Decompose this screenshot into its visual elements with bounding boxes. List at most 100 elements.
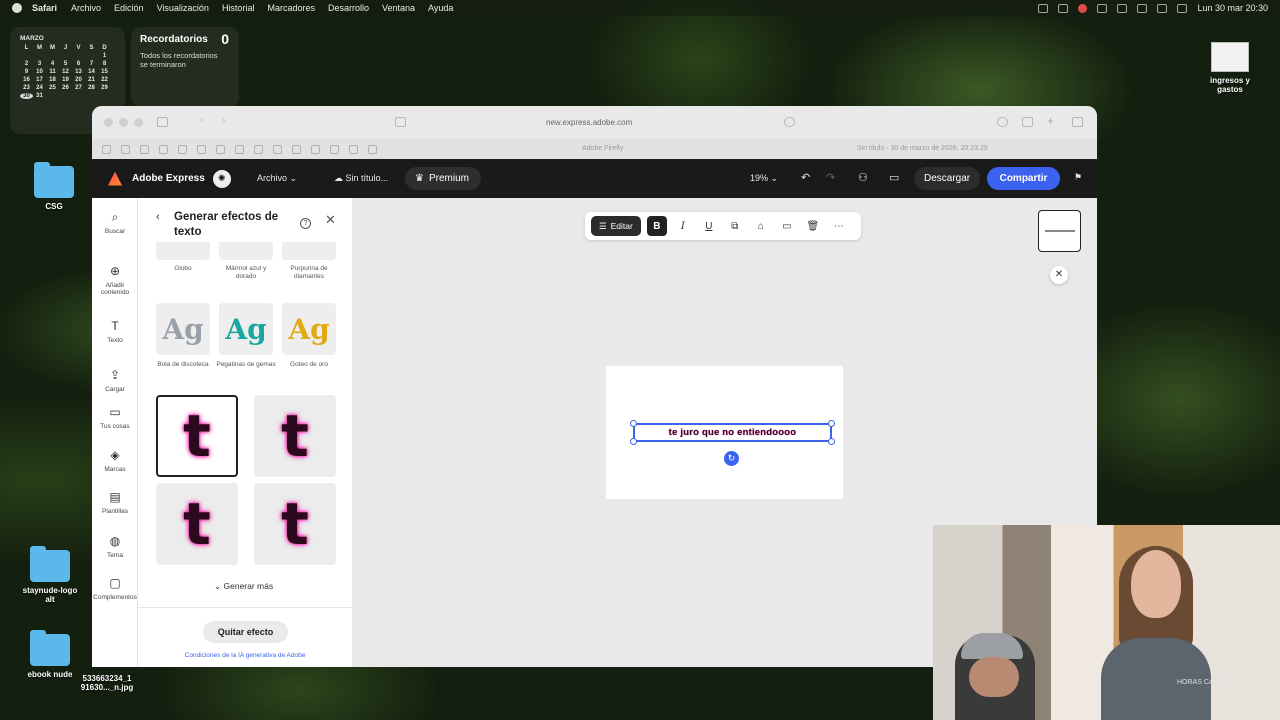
zoom-window-icon[interactable] — [134, 118, 143, 127]
calendar-day[interactable] — [20, 53, 33, 59]
bookmark-icon[interactable] — [216, 144, 225, 154]
sidebar-toggle-icon[interactable] — [157, 117, 168, 127]
bookmark-icon[interactable] — [159, 144, 168, 154]
calendar-day[interactable]: 29 — [98, 85, 111, 91]
calendar-day[interactable]: 10 — [33, 69, 46, 75]
desktop-file-ingresos[interactable]: ingresos y gastos — [1200, 42, 1260, 94]
calendar-day[interactable]: 23 — [20, 85, 33, 91]
result-tile[interactable]: t — [156, 395, 238, 477]
bluetooth-icon[interactable] — [1117, 3, 1128, 13]
bookmark-icon[interactable] — [368, 144, 377, 154]
desktop-folder-staynude[interactable]: staynude-logo alt — [18, 546, 82, 604]
calendar-day[interactable]: 22 — [98, 77, 111, 83]
style-tile-disco[interactable]: Ag — [156, 303, 210, 355]
remove-effect-button[interactable]: Quitar efecto — [203, 621, 288, 643]
document-title[interactable]: ☁ Sin título... — [334, 173, 388, 184]
rail-item-brand[interactable]: ◈ Marcas — [92, 448, 138, 473]
result-tile[interactable]: t — [156, 483, 238, 565]
premium-button[interactable]: ♛ Premium — [405, 167, 481, 190]
calendar-day[interactable]: 25 — [46, 85, 59, 91]
address-bar[interactable]: new.express.adobe.com — [546, 118, 632, 127]
menu-item-desarrollo[interactable]: Desarrollo — [328, 3, 369, 13]
app-brand[interactable]: Adobe Express — [132, 173, 205, 184]
undo-icon[interactable]: ↶ — [801, 171, 810, 184]
close-window-icon[interactable] — [104, 118, 113, 127]
new-tab-icon[interactable]: + — [1047, 115, 1058, 127]
canvas-text[interactable]: te juro que no entiendoooo — [669, 427, 797, 438]
tab-express-doc[interactable]: Sin título - 30 de marzo de 2026, 20.23.… — [857, 145, 988, 152]
calendar-day[interactable]: 7 — [85, 61, 98, 67]
menu-clock[interactable]: Lun 30 mar 20:30 — [1197, 3, 1268, 13]
back-icon[interactable]: ‹ — [200, 116, 211, 127]
bookmark-icon[interactable] — [102, 144, 111, 154]
rail-item-template[interactable]: ▤ Plantillas — [92, 490, 138, 515]
bookmark-icon[interactable] — [292, 144, 301, 154]
calendar-day[interactable]: 20 — [72, 77, 85, 83]
rail-item-add[interactable]: ⊕ Añadir contenido — [92, 264, 138, 296]
close-icon[interactable]: ✕ — [325, 212, 336, 228]
resize-handle[interactable] — [828, 438, 835, 445]
tab-adobe-firefly[interactable]: Adobe Firefly — [582, 145, 623, 152]
zoom-control[interactable]: 19% ⌄ — [750, 173, 778, 184]
page-icon[interactable] — [395, 117, 406, 127]
share-icon[interactable] — [1022, 117, 1033, 127]
calendar-day[interactable]: 13 — [72, 69, 85, 75]
tab-overview-icon[interactable] — [1072, 117, 1083, 127]
calendar-day[interactable] — [59, 53, 72, 59]
calendar-day[interactable]: 5 — [59, 61, 72, 67]
menu-item-ayuda[interactable]: Ayuda — [428, 3, 453, 13]
bookmark-icon[interactable] — [254, 144, 263, 154]
wifi-icon[interactable] — [1157, 3, 1168, 13]
menu-item-marcadores[interactable]: Marcadores — [267, 3, 315, 13]
desktop-folder-csg[interactable]: CSG — [26, 162, 82, 211]
bookmark-icon[interactable] — [197, 144, 206, 154]
minimize-window-icon[interactable] — [119, 118, 128, 127]
back-arrow-icon[interactable]: ‹ — [156, 211, 160, 223]
redo-icon[interactable]: ↷ — [826, 171, 835, 184]
calendar-day[interactable]: 1 — [98, 53, 111, 59]
calendar-day[interactable]: 28 — [85, 85, 98, 91]
close-icon[interactable]: ✕ — [1050, 266, 1068, 284]
status-icon[interactable] — [1038, 3, 1049, 13]
calendar-day[interactable]: 27 — [72, 85, 85, 91]
notification-badge-icon[interactable] — [1078, 3, 1088, 13]
calendar-day[interactable]: 31 — [33, 93, 46, 99]
rail-item-search[interactable]: ⌕ Buscar — [92, 210, 138, 235]
rotate-handle-icon[interactable]: ↻ — [724, 451, 739, 466]
bookmark-icon[interactable] — [178, 144, 187, 154]
download-icon[interactable] — [997, 117, 1008, 127]
generate-more-button[interactable]: ⌄ Generar más — [214, 581, 273, 592]
menu-item-archivo[interactable]: Archivo — [71, 3, 101, 13]
menu-item-historial[interactable]: Historial — [222, 3, 255, 13]
calendar-day[interactable]: 12 — [59, 69, 72, 75]
archivo-menu[interactable]: Archivo ⌄ — [257, 173, 297, 184]
bookmark-icon[interactable] — [311, 144, 320, 154]
calendar-day[interactable]: 9 — [20, 69, 33, 75]
rail-item-text[interactable]: T Texto — [92, 319, 138, 344]
resize-handle[interactable] — [630, 438, 637, 445]
bookmark-icon[interactable] — [235, 144, 244, 154]
calendar-day[interactable]: 18 — [46, 77, 59, 83]
adobe-logo-icon[interactable] — [108, 171, 122, 186]
comment-icon[interactable]: ▭ — [777, 216, 797, 236]
comment-icon[interactable]: ▭ — [889, 171, 899, 184]
calendar-day[interactable]: 4 — [46, 61, 59, 67]
page-thumbnail[interactable] — [1038, 210, 1081, 252]
ai-assistant-icon[interactable]: ✺ — [212, 169, 231, 188]
rail-item-folder[interactable]: ▭ Tus cosas — [92, 405, 138, 430]
underline-button[interactable]: U — [699, 216, 719, 236]
calendar-day[interactable]: 11 — [46, 69, 59, 75]
calendar-day[interactable] — [33, 53, 46, 59]
calendar-day[interactable]: 16 — [20, 77, 33, 83]
style-tile-gems[interactable]: Ag — [219, 303, 273, 355]
calendar-day[interactable]: 8 — [98, 61, 111, 67]
search-icon[interactable] — [1177, 3, 1188, 13]
calendar-day[interactable]: 15 — [98, 69, 111, 75]
battery-icon[interactable] — [1137, 3, 1148, 13]
calendar-day[interactable]: 21 — [85, 77, 98, 83]
calendar-day[interactable]: 24 — [33, 85, 46, 91]
bookmark-icon[interactable] — [140, 144, 149, 154]
calendar-day[interactable]: 26 — [59, 85, 72, 91]
style-tile-purpurina[interactable] — [282, 242, 336, 260]
menu-item-edicion[interactable]: Edición — [114, 3, 144, 13]
